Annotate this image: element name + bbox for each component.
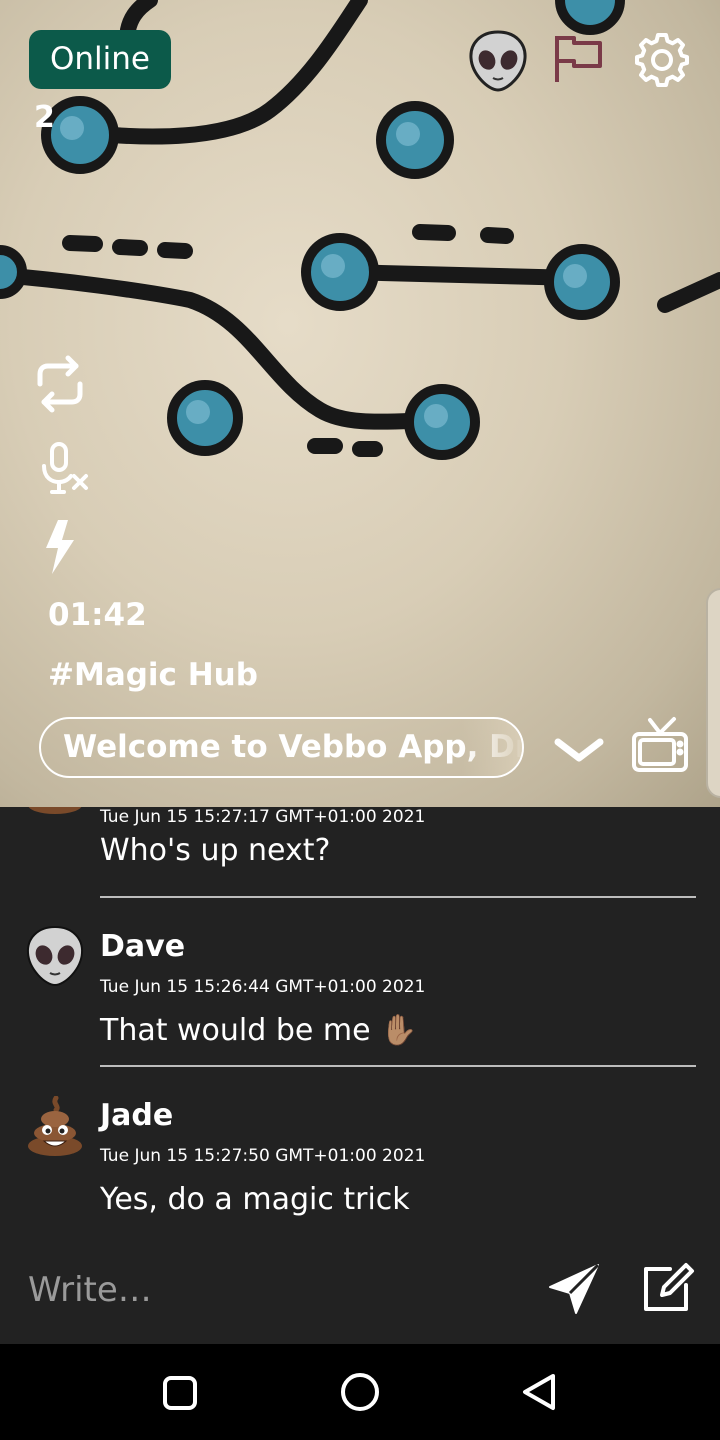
online-status-label: Online xyxy=(50,41,150,77)
rotate-camera-icon[interactable] xyxy=(28,352,92,416)
message-composer xyxy=(0,1247,720,1344)
home-icon[interactable] xyxy=(335,1368,385,1418)
message-text: Who's up next? xyxy=(100,833,331,868)
welcome-marquee: Welcome to Vebbo App, Drop by and say hi xyxy=(39,717,524,778)
message-author: Dave xyxy=(100,929,186,964)
back-icon[interactable] xyxy=(515,1368,565,1418)
message-text: That would be me ✋🏽 xyxy=(100,1013,418,1048)
message-timestamp: Tue Jun 15 15:26:44 GMT+01:00 2021 xyxy=(100,977,426,997)
message-divider xyxy=(100,1065,696,1067)
live-video-preview[interactable]: Online 2 01:42 #Magic Hub Welcome to Veb… xyxy=(0,0,720,807)
online-status-badge: Online xyxy=(29,30,171,89)
message-input[interactable] xyxy=(28,1265,508,1315)
chat-message: Jade Tue Jun 15 15:27:50 GMT+01:00 2021 … xyxy=(0,1092,720,1247)
stream-timer: 01:42 xyxy=(48,597,147,633)
poop-emoji-avatar xyxy=(26,1095,84,1158)
channel-name: #Magic Hub xyxy=(48,657,258,693)
send-icon[interactable] xyxy=(546,1261,602,1317)
chevron-down-icon[interactable] xyxy=(552,730,606,770)
message-author: Jade xyxy=(100,1098,174,1133)
poop-emoji-avatar xyxy=(26,807,84,815)
edit-icon[interactable] xyxy=(640,1259,696,1315)
side-panel-handle[interactable] xyxy=(706,588,720,798)
flash-icon[interactable] xyxy=(28,516,92,580)
message-divider xyxy=(100,896,696,898)
message-timestamp: Tue Jun 15 15:27:17 GMT+01:00 2021 xyxy=(100,807,426,827)
gear-icon[interactable] xyxy=(632,30,692,90)
system-navigation-bar xyxy=(0,1344,720,1440)
recent-apps-icon[interactable] xyxy=(155,1368,205,1418)
chat-message: Dave Tue Jun 15 15:26:44 GMT+01:00 2021 … xyxy=(0,923,720,1093)
viewer-count: 2 xyxy=(34,100,55,135)
chat-message-list[interactable]: Tue Jun 15 15:27:17 GMT+01:00 2021 Who's… xyxy=(0,807,720,1247)
message-text: Yes, do a magic trick xyxy=(100,1182,410,1217)
alien-avatar xyxy=(26,925,84,987)
message-timestamp: Tue Jun 15 15:27:50 GMT+01:00 2021 xyxy=(100,1146,426,1166)
welcome-text: Welcome to Vebbo App, Drop by and say hi xyxy=(63,729,522,765)
flag-icon[interactable] xyxy=(552,30,612,90)
tv-icon[interactable] xyxy=(630,716,690,774)
mic-off-icon[interactable] xyxy=(28,438,92,502)
alien-icon[interactable] xyxy=(468,30,528,92)
